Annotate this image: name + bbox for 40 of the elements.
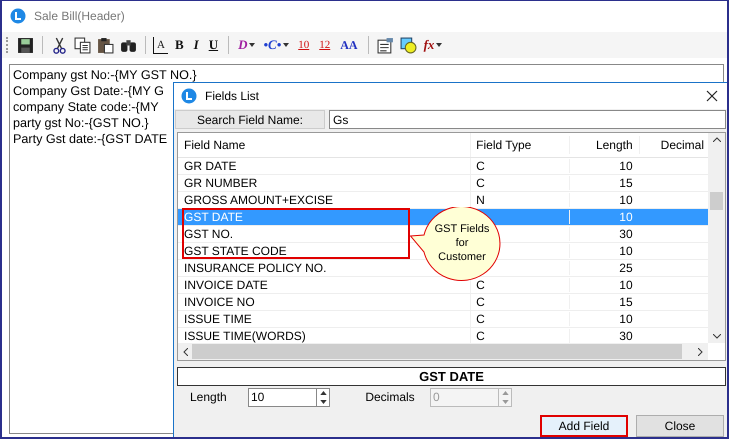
- table-cell: C: [476, 295, 485, 310]
- dialog-title: Fields List: [205, 89, 260, 104]
- table-cell: GROSS AMOUNT+EXCISE: [184, 193, 334, 208]
- table-cell: C: [476, 176, 485, 190]
- table-cell: C: [476, 278, 485, 292]
- table-cell: 10: [619, 193, 633, 208]
- decimals-label: Decimals: [364, 390, 416, 404]
- table-cell: 15: [619, 176, 633, 190]
- editor-line: Party Gst date:-{GST DATE: [13, 131, 168, 147]
- table-cell: 10: [619, 278, 633, 292]
- table-cell: GR DATE: [184, 159, 236, 174]
- table-cell: 10: [619, 312, 633, 326]
- table-cell: 15: [619, 295, 633, 310]
- editor-line: Company gst No:-{MY GST NO.}: [13, 67, 197, 83]
- editor-line: party gst No:-{GST NO.}: [13, 115, 149, 131]
- table-cell: 25: [619, 261, 633, 276]
- table-cell: GST DATE: [184, 210, 243, 224]
- selected-field-name: GST DATE: [177, 367, 726, 386]
- table-cell: GR NUMBER: [184, 176, 258, 190]
- window-title: Sale Bill(Header): [34, 8, 125, 22]
- table-cell: INSURANCE POLICY NO.: [184, 261, 326, 276]
- table-cell: 10: [619, 244, 633, 258]
- table-cell: GST NO.: [184, 227, 234, 242]
- editor-line: Company Gst Date:-{MY G: [13, 83, 164, 99]
- table-cell: 10: [619, 210, 633, 224]
- table-cell: GST STATE CODE: [184, 244, 287, 258]
- editor-line: company State code:-{MY: [13, 99, 159, 115]
- table-cell: INVOICE NO: [184, 295, 255, 310]
- length-label: Length: [190, 390, 228, 404]
- table-cell: ISSUE TIME(WORDS): [184, 329, 306, 344]
- table-cell: 30: [619, 227, 633, 242]
- table-cell: 30: [619, 329, 633, 344]
- search-label: Search Field Name:: [175, 110, 325, 130]
- table-cell: N: [476, 193, 485, 208]
- table-cell: C: [476, 329, 485, 344]
- table-cell: INVOICE DATE: [184, 278, 268, 292]
- table-cell: C: [476, 312, 485, 326]
- table-cell: C: [476, 159, 485, 174]
- table-cell: ISSUE TIME: [184, 312, 252, 326]
- table-cell: 10: [619, 159, 633, 174]
